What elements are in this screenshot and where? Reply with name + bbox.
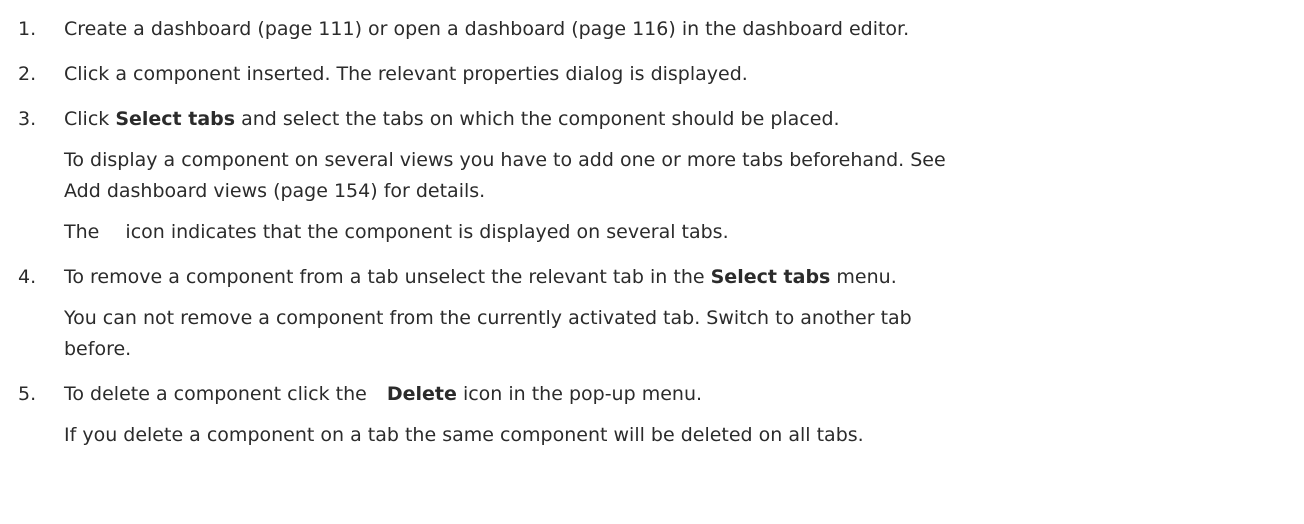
step-4-text-after: menu. <box>830 266 897 288</box>
multiple-tabs-icon <box>105 237 119 238</box>
step-3-text: Click Select tabs and select the tabs on… <box>64 107 840 131</box>
step-4-note-line2: before. <box>64 338 132 360</box>
step-4-text-before: To remove a component from a tab unselec… <box>64 266 711 288</box>
step-3-bold-select-tabs: Select tabs <box>115 108 236 130</box>
step-3-note2-after: icon indicates that the component is dis… <box>119 221 729 243</box>
step-3-note2: The icon indicates that the component is… <box>64 220 729 244</box>
document-page: 1. Create a dashboard (page 111) or open… <box>0 0 1304 524</box>
step-5-text-before: To delete a component click the <box>64 383 373 405</box>
step-5-bold-delete: Delete <box>386 383 457 405</box>
step-3-note1-line1: To display a component on several views … <box>64 149 946 171</box>
delete-icon <box>373 399 387 400</box>
step-4-text: To remove a component from a tab unselec… <box>64 265 897 289</box>
step-2-text: Click a component inserted. The relevant… <box>64 63 748 85</box>
step-5-note: If you delete a component on a tab the s… <box>64 424 864 446</box>
step-4-note-line1: You can not remove a component from the … <box>64 307 912 329</box>
step-4-bold-select-tabs: Select tabs <box>710 266 831 288</box>
step-2-number: 2. <box>18 63 37 85</box>
step-3-note2-before: The <box>64 221 106 243</box>
step-5-text-after: icon in the pop-up menu. <box>456 383 703 405</box>
step-5-number: 5. <box>18 383 37 405</box>
step-3-note1-line2: Add dashboard views (page 154) for detai… <box>64 180 486 202</box>
step-5-text: To delete a component click the Delete i… <box>64 382 702 406</box>
step-3-text-before: Click <box>64 108 116 130</box>
step-1-text: Create a dashboard (page 111) or open a … <box>64 18 910 40</box>
step-3-number: 3. <box>18 108 37 130</box>
step-3-text-after: and select the tabs on which the compone… <box>235 108 840 130</box>
step-1-number: 1. <box>18 18 37 40</box>
step-4-number: 4. <box>18 266 37 288</box>
